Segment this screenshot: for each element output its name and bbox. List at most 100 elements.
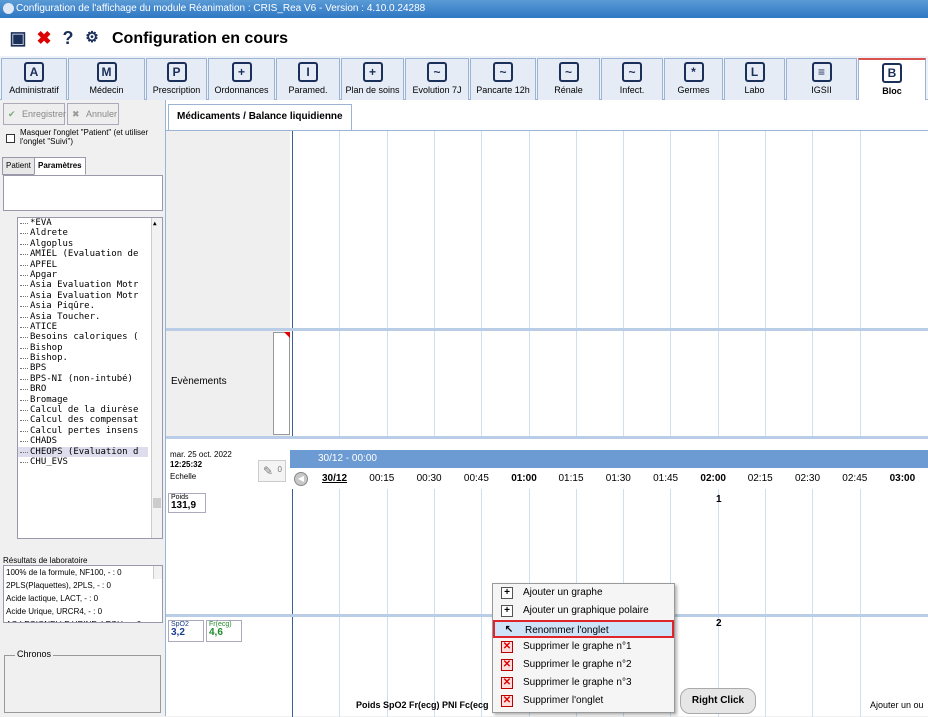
list-item[interactable]: Asia Evaluation Motr [18, 280, 148, 290]
tab-parametres[interactable]: Paramètres [34, 157, 86, 175]
time-tick: 02:00 [700, 473, 726, 484]
list-item[interactable]: BRO [18, 384, 148, 394]
delete-icon: ✕ [501, 659, 513, 671]
close-icon[interactable]: ✖ [34, 28, 54, 48]
scroll-thumb[interactable] [153, 498, 161, 508]
list-item[interactable]: Apgar [18, 270, 148, 280]
context-menu-label: Renommer l'onglet [525, 625, 609, 636]
tab-ordonnances[interactable]: + Ordonnances [208, 58, 275, 100]
help-icon[interactable]: ? [58, 28, 78, 48]
tab-plan-de-soins[interactable]: + Plan de soins [341, 58, 404, 100]
score-list-scrollbar[interactable]: ▲ [151, 218, 162, 538]
context-menu-label: Supprimer l'onglet [523, 695, 604, 706]
settings-icon[interactable]: ⚙ [82, 28, 102, 48]
list-item[interactable]: Asia Piqûre. [18, 301, 148, 311]
list-item[interactable]: CHU_EVS [18, 457, 148, 467]
search-area [3, 175, 163, 211]
list-item[interactable]: Bishop [18, 343, 148, 353]
grid-line [575, 331, 577, 436]
hide-patient-checkbox[interactable] [6, 134, 15, 143]
lab-result-item[interactable]: Acide Urique, URCR4, - : 0 [4, 605, 152, 618]
cancel-button[interactable]: ✖ Annuler [67, 103, 119, 125]
list-item[interactable]: Calcul des compensat [18, 415, 148, 425]
context-menu-label: Ajouter un graphique polaire [523, 605, 649, 616]
pen-button[interactable]: ✎ 0 [258, 460, 286, 482]
context-menu-item[interactable]: ✕ Supprimer le graphe n°1 [493, 638, 674, 656]
time-tick: 00:30 [416, 473, 442, 484]
tab-medicaments[interactable]: Médicaments / Balance liquidienne [168, 104, 352, 130]
tab-igsii[interactable]: ≡ IGSII [786, 58, 857, 100]
tab-infect-[interactable]: ~ Infect. [601, 58, 663, 100]
grid-line [339, 131, 341, 328]
context-menu-item[interactable]: + Ajouter un graphe [493, 584, 674, 602]
date-range-bar: 30/12 - 00:00 [290, 450, 928, 468]
page-title: Configuration en cours [112, 30, 288, 47]
events-box[interactable] [273, 332, 290, 435]
bottom-right-label: Ajouter un ou [870, 700, 924, 710]
grid-line [812, 131, 814, 328]
tab-patient[interactable]: Patient [2, 157, 35, 175]
module-tabs: A Administratif M Médecin P Prescription + Ordo… [0, 56, 928, 100]
tab-paramed-[interactable]: I Paramed. [276, 58, 340, 100]
scroll-up-icon[interactable]: ▲ [153, 220, 161, 228]
context-menu-item[interactable]: ↖ Renommer l'onglet [493, 620, 674, 638]
lab-result-item[interactable]: 2PLS(Plaquettes), 2PLS, - : 0 [4, 579, 152, 592]
check-icon: ✔ [8, 109, 16, 119]
left-panel: ✔ Enregistrer ✖ Annuler Masquer l'onglet… [0, 100, 166, 716]
poids-value: 131,9 [171, 500, 197, 511]
lab-result-item[interactable]: AG LEGIONELLE URINE, LEGU, - : 0 [4, 618, 152, 622]
save-icon[interactable]: ▣ [8, 28, 28, 48]
time-tick: 00:15 [369, 473, 395, 484]
list-item[interactable]: Algoplus [18, 239, 148, 249]
tab-m-decin[interactable]: M Médecin [68, 58, 145, 100]
list-item[interactable]: ATICE [18, 322, 148, 332]
grid-line [670, 331, 672, 436]
time-tick: 02:45 [842, 473, 868, 484]
context-menu-item[interactable]: ✕ Supprimer l'onglet [493, 692, 674, 710]
grid-line [670, 131, 672, 328]
list-item[interactable]: CHEOPS (Evaluation d [18, 446, 148, 457]
list-item[interactable]: *EVA [18, 218, 148, 228]
tab-r-nale[interactable]: ~ Rénale [537, 58, 600, 100]
grid-line [292, 331, 293, 436]
list-item[interactable]: CHADS [18, 436, 148, 446]
tab-pancarte-12h[interactable]: ~ Pancarte 12h [470, 58, 536, 100]
tab-germes[interactable]: * Germes [664, 58, 723, 100]
pen-icon: ✎ [263, 464, 274, 478]
list-item[interactable]: BPS [18, 363, 148, 373]
tab-labo[interactable]: L Labo [724, 58, 785, 100]
tab-administratif[interactable]: A Administratif [1, 58, 67, 100]
list-item[interactable]: AMIEL (Evaluation de [18, 249, 148, 259]
grid-line [292, 489, 293, 619]
context-menu-item[interactable]: ✕ Supprimer le graphe n°3 [493, 674, 674, 692]
grid-line [386, 331, 388, 436]
pen-count: 0 [277, 465, 282, 474]
spo2-box: SpO2 3,2 [168, 620, 204, 642]
list-item[interactable]: Calcul pertes insens [18, 426, 148, 436]
list-item[interactable]: BPS-NI (non-intubé) [18, 374, 148, 384]
lab-result-item[interactable]: 100% de la formule, NF100, - : 0 [4, 566, 152, 579]
tab-bloc[interactable]: B Bloc [858, 58, 926, 100]
list-item[interactable]: Bishop. [18, 353, 148, 363]
list-item[interactable]: Bromage [18, 395, 148, 405]
tab-label: Ordonnances [214, 85, 269, 95]
save-button[interactable]: ✔ Enregistrer [3, 103, 66, 125]
list-item[interactable]: Calcul de la diurèse [18, 405, 148, 415]
list-item[interactable]: Besoins caloriques ( [18, 332, 148, 342]
time-tick: 03:00 [889, 473, 916, 484]
list-item[interactable]: Asia Evaluation Motr [18, 291, 148, 301]
grid-line [717, 331, 719, 436]
tab-evolution-7j[interactable]: ~ Evolution 7J [405, 58, 469, 100]
plus-icon: + [501, 587, 513, 599]
list-item[interactable]: Asia Toucher. [18, 312, 148, 322]
frecg-box: Fr(ecg) 4,6 [206, 620, 242, 642]
grid-line [765, 489, 766, 619]
context-menu-item[interactable]: + Ajouter un graphique polaire [493, 602, 674, 620]
context-menu-item[interactable]: ✕ Supprimer le graphe n°2 [493, 656, 674, 674]
lab-scrollbar[interactable] [153, 566, 162, 579]
list-item[interactable]: Aldrete [18, 228, 148, 238]
list-item[interactable]: APFEL [18, 260, 148, 270]
lab-result-item[interactable]: Acide lactique, LACT, - : 0 [4, 592, 152, 605]
lab-results-title: Résultats de laboratoire [3, 556, 88, 565]
tab-prescription[interactable]: P Prescription [146, 58, 207, 100]
